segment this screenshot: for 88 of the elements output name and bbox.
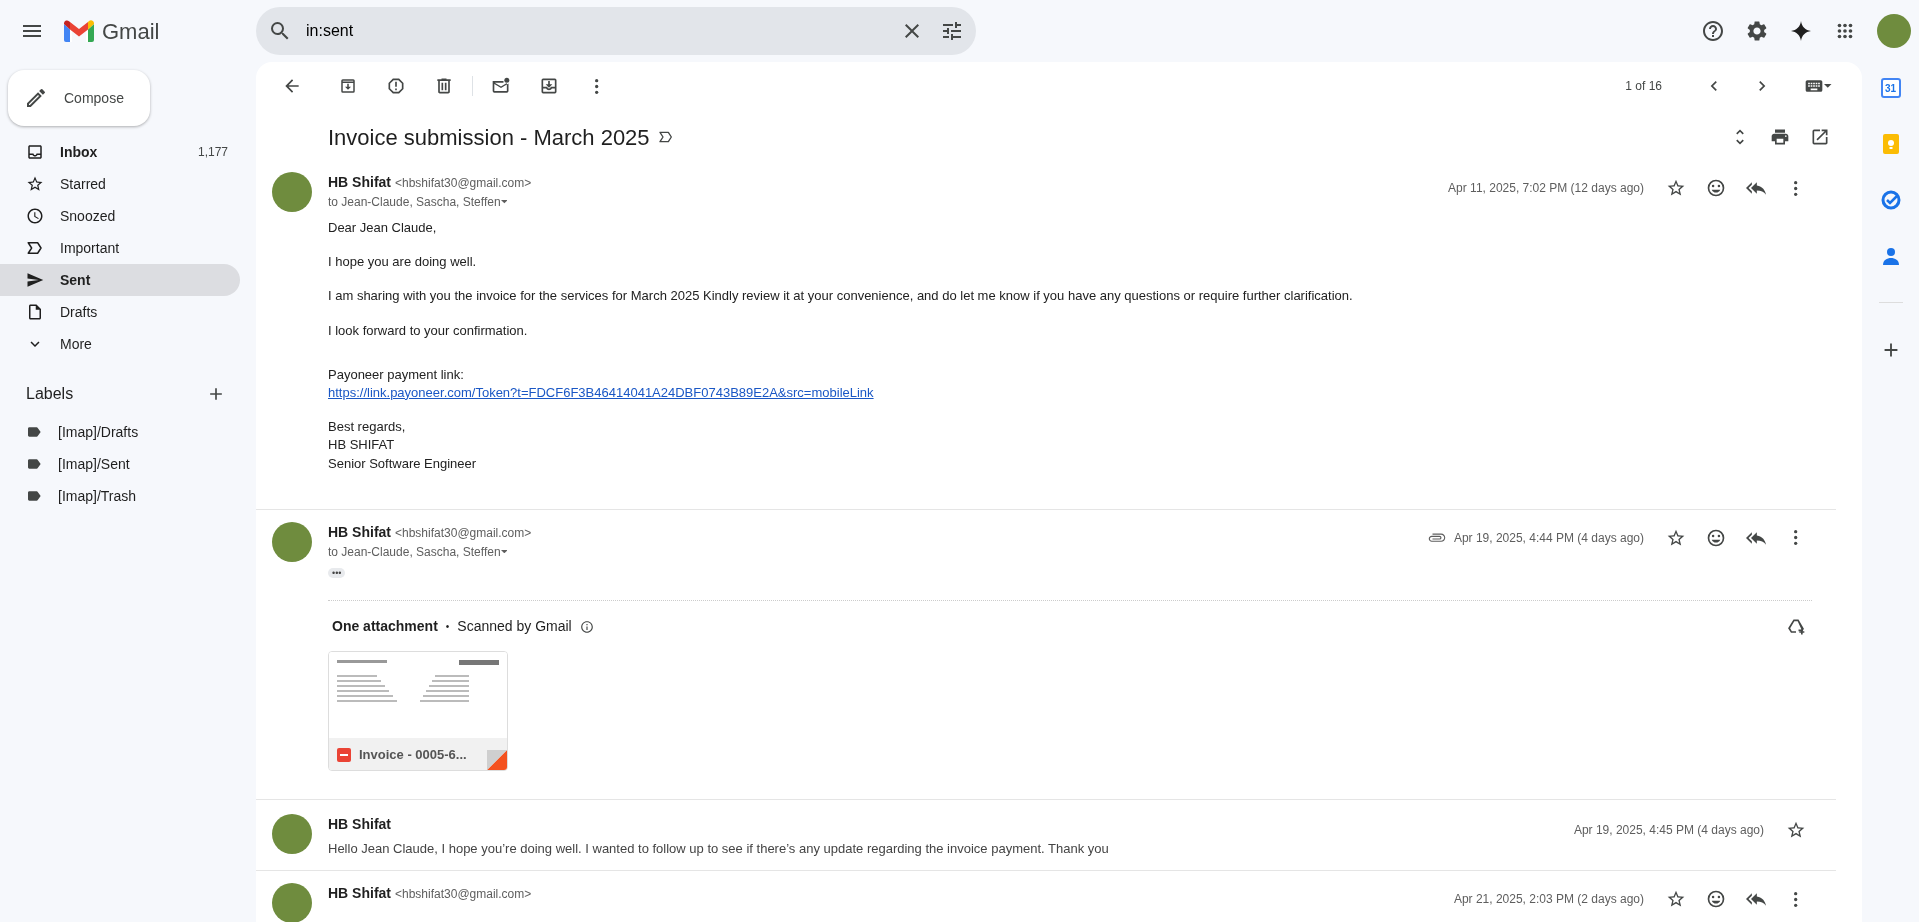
clock-icon [26, 207, 44, 225]
new-window-icon [1810, 127, 1830, 147]
body-paragraph: Payoneer payment link: https://link.payoneer.com/Token?t=FDCF6F3B46414041A24DBF0743B89E2A&src=mobileLink [328, 365, 875, 402]
label-item[interactable]: [Imap]/Sent [0, 448, 240, 480]
delete-icon [434, 76, 454, 96]
sidebar-item[interactable]: Sent [0, 264, 240, 296]
message-snippet[interactable]: Hello Jean Claude, I hope you’re doing well. I wanted to follow up to see if there’s any update regarding the invoice payment. Thank you [328, 838, 1109, 859]
sender-name: HB Shifat [328, 522, 391, 542]
emoji-reaction-icon [1706, 527, 1726, 548]
message-date: Apr 19, 2025, 4:45 PM (4 days ago) [1573, 821, 1764, 839]
sender-name: HB Shifat [328, 173, 391, 192]
info-icon [579, 619, 594, 634]
message-date: Apr 21, 2025, 2:03 PM (2 days ago) [1453, 891, 1644, 909]
compose-button[interactable]: Compose [8, 70, 150, 126]
pencil-icon [24, 86, 48, 110]
report-spam-icon [386, 76, 406, 96]
calendar-app-button[interactable]: 31 [1880, 78, 1901, 98]
help-icon [1701, 19, 1725, 43]
recipients-dropdown[interactable]: to Jean-Claude, Sascha, Steffen [328, 193, 508, 211]
recipients-dropdown[interactable]: to Jean-Claude, Sascha, Steffen [328, 542, 508, 561]
label-icon [26, 424, 42, 440]
search-options-icon [940, 19, 964, 43]
pdf-icon [337, 747, 351, 762]
inbox-icon [26, 143, 44, 161]
email-subject: Invoice submission - March 2025 [328, 123, 650, 152]
attachment-heading: One attachment [332, 617, 438, 637]
caret-icon [500, 200, 508, 204]
gmail-logo-icon [64, 20, 94, 42]
archive-icon [339, 77, 357, 95]
important-icon [26, 239, 44, 257]
star-icon [1666, 178, 1686, 198]
message-more-icon [1794, 891, 1798, 907]
print-icon [1770, 127, 1790, 147]
message-date: Apr 19, 2025, 4:44 PM (4 days ago) [1453, 529, 1644, 547]
sender-email: <hbshifat30@gmail.com> [395, 175, 532, 192]
sender-avatar [272, 813, 312, 854]
send-icon [26, 271, 44, 289]
move-to-icon [539, 76, 559, 96]
sidebar-item[interactable]: Important [0, 232, 240, 264]
sender-name: HB Shifat [328, 884, 391, 904]
search-box[interactable]: in:sent [256, 7, 976, 55]
attachment-filename: Invoice - 0005-6... [359, 745, 467, 764]
contacts-app-icon[interactable] [1880, 246, 1901, 266]
body-paragraph: Dear Jean Claude, [328, 219, 438, 237]
tasks-app-icon[interactable] [1880, 190, 1901, 210]
sender-name: HB Shifat [328, 815, 391, 832]
settings-icon [1745, 19, 1769, 43]
search-field[interactable]: in:sent [304, 18, 892, 44]
body-paragraph: I hope you are doing well. [328, 253, 478, 272]
sender-avatar [272, 521, 312, 562]
message-more-icon [1794, 530, 1798, 546]
sidebar-item[interactable]: Drafts [0, 296, 240, 328]
draft-icon [26, 303, 44, 321]
sender-avatar [272, 172, 312, 212]
page-corner-icon [487, 749, 507, 770]
label-item[interactable]: [Imap]/Trash [0, 480, 240, 512]
body-paragraph: I am sharing with you the invoice for the services for March 2025 Kindly review it at your convenience, and do let me know if you have any questions or require further clarification. [328, 287, 1354, 306]
sender-avatar [272, 883, 312, 922]
caret-icon [1824, 84, 1832, 88]
important-marker-icon [657, 129, 674, 145]
message-more-icon [1794, 180, 1798, 196]
scan-status: Scanned by Gmail [457, 617, 572, 637]
attachment-thumbnail[interactable]: Invoice - 0005-6... [328, 650, 508, 771]
sender-email: <hbshifat30@gmail.com> [395, 886, 532, 904]
sidebar-item[interactable]: Inbox 1,177 [0, 136, 240, 168]
more-icon [595, 78, 599, 94]
sidebar-item[interactable]: Snoozed [0, 200, 240, 232]
sidebar-item[interactable]: More [0, 328, 240, 360]
payment-link[interactable]: https://link.payoneer.com/Token?t=FDCF6F3B46414041A24DBF0743B89E2A&src=mobileLink [328, 384, 874, 400]
sender-email: <hbshifat30@gmail.com> [395, 524, 532, 542]
label-icon [26, 456, 42, 472]
body-paragraph: I look forward to your confirmation. [328, 321, 529, 340]
sidebar-item[interactable]: Starred [0, 168, 240, 200]
separator-dot: • [445, 620, 450, 635]
pager-text: 1 of 16 [1625, 78, 1662, 95]
emoji-reaction-icon [1706, 178, 1726, 198]
emoji-reaction-icon [1706, 889, 1726, 910]
body-paragraph: Best regards, HB SHIFAT Senior Software Engineer [328, 418, 478, 473]
labels-heading: Labels [26, 384, 74, 404]
mark-unread-icon [491, 76, 511, 96]
caret-icon [500, 550, 508, 554]
app-name[interactable]: Gmail [102, 14, 160, 48]
show-trimmed-button[interactable]: ••• [328, 567, 346, 578]
star-icon [26, 175, 44, 193]
message-date: Apr 11, 2025, 7:02 PM (12 days ago) [1448, 180, 1644, 197]
label-icon [26, 488, 42, 504]
label-item[interactable]: [Imap]/Drafts [0, 416, 240, 448]
account-avatar[interactable] [1877, 14, 1911, 48]
